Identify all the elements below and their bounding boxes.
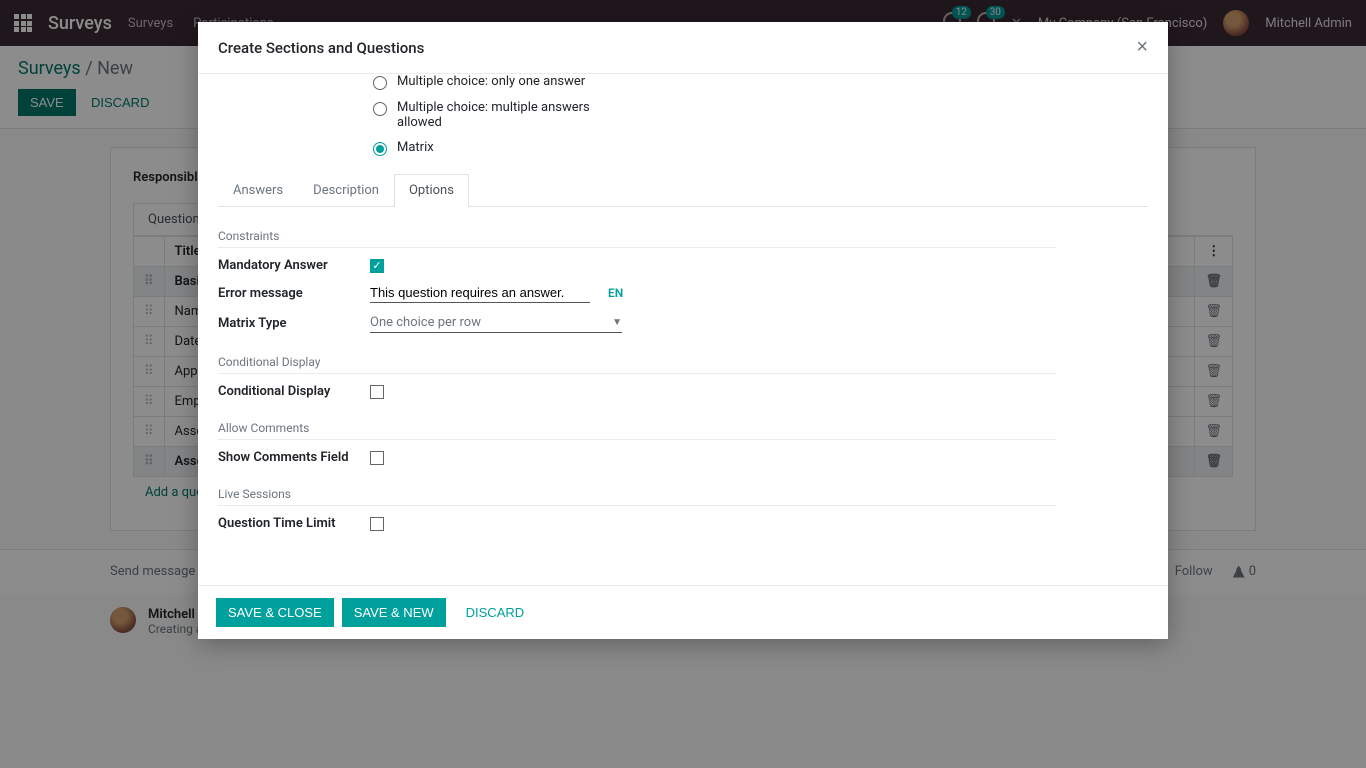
section-live: Live Sessions <box>218 487 1056 506</box>
section-conditional: Conditional Display <box>218 355 1056 374</box>
comments-checkbox[interactable] <box>370 451 384 465</box>
error-label: Error message <box>218 286 370 301</box>
comments-label: Show Comments Field <box>218 450 370 465</box>
matrix-type-value: One choice per row <box>370 315 481 330</box>
question-type-radio[interactable]: Multiple choice: multiple answers allowe… <box>373 100 603 130</box>
tab-description[interactable]: Description <box>298 174 394 206</box>
section-comments: Allow Comments <box>218 421 1056 440</box>
section-constraints: Constraints <box>218 229 1056 248</box>
modal-discard-button[interactable]: DISCARD <box>454 599 537 626</box>
inner-tabs: Answers Description Options <box>218 174 1148 207</box>
modal: Create Sections and Questions × Multiple… <box>198 22 1168 639</box>
time-limit-label: Question Time Limit <box>218 516 370 531</box>
mandatory-label: Mandatory Answer <box>218 258 370 273</box>
modal-header: Create Sections and Questions × <box>198 22 1168 74</box>
close-icon[interactable]: × <box>1136 36 1148 59</box>
radio-label: Matrix <box>397 140 434 155</box>
save-close-button[interactable]: SAVE & CLOSE <box>216 598 334 627</box>
radio-label: Multiple choice: multiple answers allowe… <box>397 100 603 130</box>
radio-icon <box>373 76 387 90</box>
matrix-type-label: Matrix Type <box>218 316 370 331</box>
error-input[interactable] <box>370 283 590 303</box>
mandatory-checkbox[interactable]: ✓ <box>370 259 384 273</box>
chevron-down-icon: ▼ <box>612 317 622 328</box>
modal-footer: SAVE & CLOSE SAVE & NEW DISCARD <box>198 585 1168 639</box>
tab-options[interactable]: Options <box>394 174 469 206</box>
radio-icon <box>373 102 387 116</box>
radio-icon <box>373 142 387 156</box>
save-new-button[interactable]: SAVE & NEW <box>342 598 446 627</box>
modal-body[interactable]: Multiple choice: only one answer Multiple… <box>198 74 1168 585</box>
time-limit-checkbox[interactable] <box>370 517 384 531</box>
tab-answers[interactable]: Answers <box>218 174 298 206</box>
question-type-radio[interactable]: Multiple choice: only one answer <box>373 74 603 90</box>
conditional-checkbox[interactable] <box>370 385 384 399</box>
matrix-type-select[interactable]: One choice per row ▼ <box>370 313 622 333</box>
modal-title: Create Sections and Questions <box>218 39 424 57</box>
conditional-label: Conditional Display <box>218 384 370 399</box>
lang-tag[interactable]: EN <box>608 286 623 300</box>
question-type-radio[interactable]: Matrix <box>373 140 603 156</box>
radio-label: Multiple choice: only one answer <box>397 74 585 89</box>
